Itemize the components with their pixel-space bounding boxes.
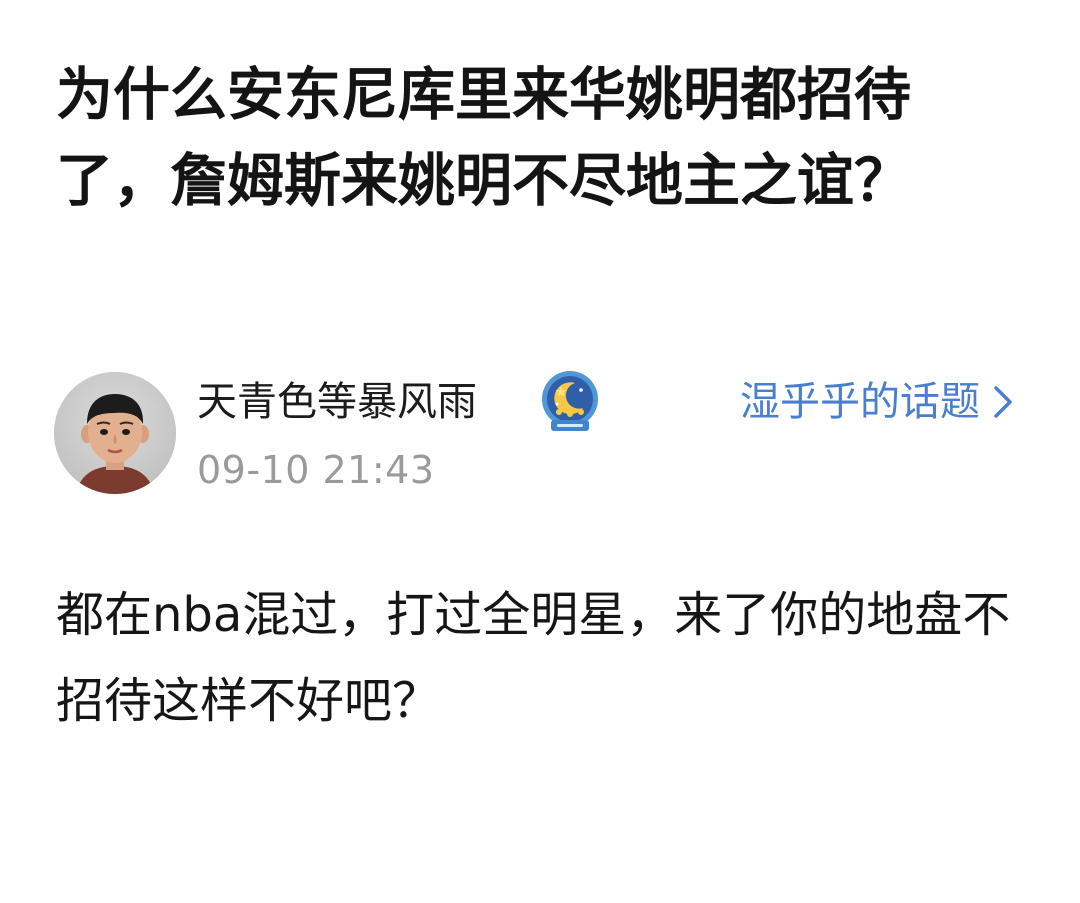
question-title: 为什么安东尼库里来华姚明都招待了，詹姆斯来姚明不尽地主之谊？ [56, 62, 911, 214]
chevron-right-icon[interactable] [990, 384, 1016, 420]
topic-link[interactable]: 湿乎乎的话题 [740, 374, 1016, 430]
author-row: 天青色等暴风雨 09-10 21:43 湿乎乎的话题 [54, 371, 1026, 498]
answer-body: 都在nba混过，打过全明星，来了你的地盘不招待这样不好吧？ [56, 587, 1011, 729]
topic-link-label[interactable]: 湿乎乎的话题 [740, 374, 980, 430]
post-timestamp: 09-10 21:43 [197, 448, 435, 492]
moon-star-badge-icon[interactable] [537, 368, 603, 434]
avatar[interactable] [54, 372, 176, 494]
child-portrait-avatar [54, 372, 176, 494]
author-name[interactable]: 天青色等暴风雨 [197, 374, 477, 430]
